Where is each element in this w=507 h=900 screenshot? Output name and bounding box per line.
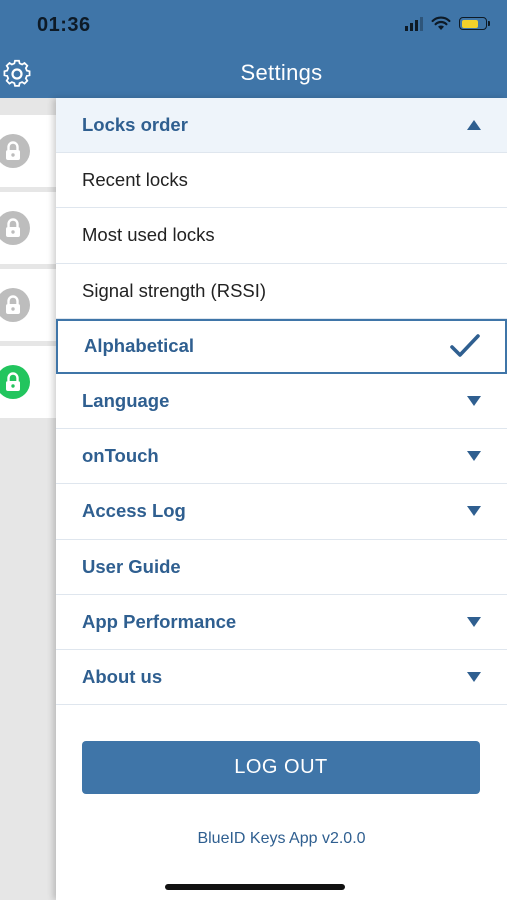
option-signal-strength[interactable]: Signal strength (RSSI): [56, 264, 507, 319]
page-title: Settings: [240, 60, 323, 85]
section-ontouch[interactable]: onTouch: [56, 429, 507, 485]
chevron-down-icon: [467, 506, 481, 517]
option-label: Signal strength (RSSI): [82, 279, 267, 301]
cellular-signal-icon: [405, 16, 423, 31]
chevron-up-icon: [467, 120, 481, 131]
section-label: Access Log: [82, 500, 186, 522]
option-label: Most used locks: [82, 224, 215, 246]
chevron-down-icon: [467, 671, 481, 682]
home-indicator[interactable]: [165, 884, 345, 890]
settings-button[interactable]: [0, 58, 36, 90]
option-most-used-locks[interactable]: Most used locks: [56, 208, 507, 264]
section-label: Language: [82, 390, 170, 412]
lock-icon: [0, 134, 30, 168]
section-app-performance[interactable]: App Performance: [56, 595, 507, 650]
wifi-icon: [431, 16, 451, 30]
lock-list-item[interactable]: [0, 269, 56, 341]
logout-button[interactable]: LOG OUT: [82, 741, 480, 794]
gear-icon: [3, 59, 31, 87]
option-label: Recent locks: [82, 169, 188, 191]
section-language[interactable]: Language: [56, 374, 507, 430]
app-header: Settings: [0, 50, 507, 98]
section-label: About us: [82, 665, 163, 687]
status-bar: 01:36: [0, 0, 507, 50]
chevron-down-icon: [467, 451, 481, 462]
option-label: Alphabetical: [84, 335, 194, 357]
section-label: User Guide: [82, 555, 181, 577]
lock-list-item[interactable]: [0, 115, 56, 187]
section-locks-order[interactable]: Locks order: [56, 98, 507, 154]
status-icons: [405, 16, 490, 31]
section-label: Locks order: [82, 114, 188, 136]
lock-icon: [0, 288, 30, 322]
lock-list: [0, 98, 56, 900]
lock-list-item[interactable]: [0, 192, 56, 264]
section-user-guide[interactable]: User Guide: [56, 540, 507, 595]
option-recent-locks[interactable]: Recent locks: [56, 153, 507, 209]
lock-list-item-active[interactable]: [0, 346, 56, 418]
option-alphabetical[interactable]: Alphabetical: [56, 318, 507, 374]
checkmark-icon: [450, 334, 480, 358]
settings-panel: Locks order Recent locks Most used locks…: [56, 98, 507, 900]
unlocked-lock-icon: [0, 365, 30, 399]
section-access-log[interactable]: Access Log: [56, 484, 507, 540]
app-version: BlueID Keys App v2.0.0: [197, 830, 366, 847]
section-label: onTouch: [82, 445, 159, 467]
battery-icon: [459, 17, 490, 30]
section-about-us[interactable]: About us: [56, 650, 507, 706]
status-time: 01:36: [37, 14, 91, 36]
chevron-down-icon: [467, 616, 481, 627]
chevron-down-icon: [467, 396, 481, 407]
section-label: App Performance: [82, 610, 237, 632]
lock-icon: [0, 211, 30, 245]
